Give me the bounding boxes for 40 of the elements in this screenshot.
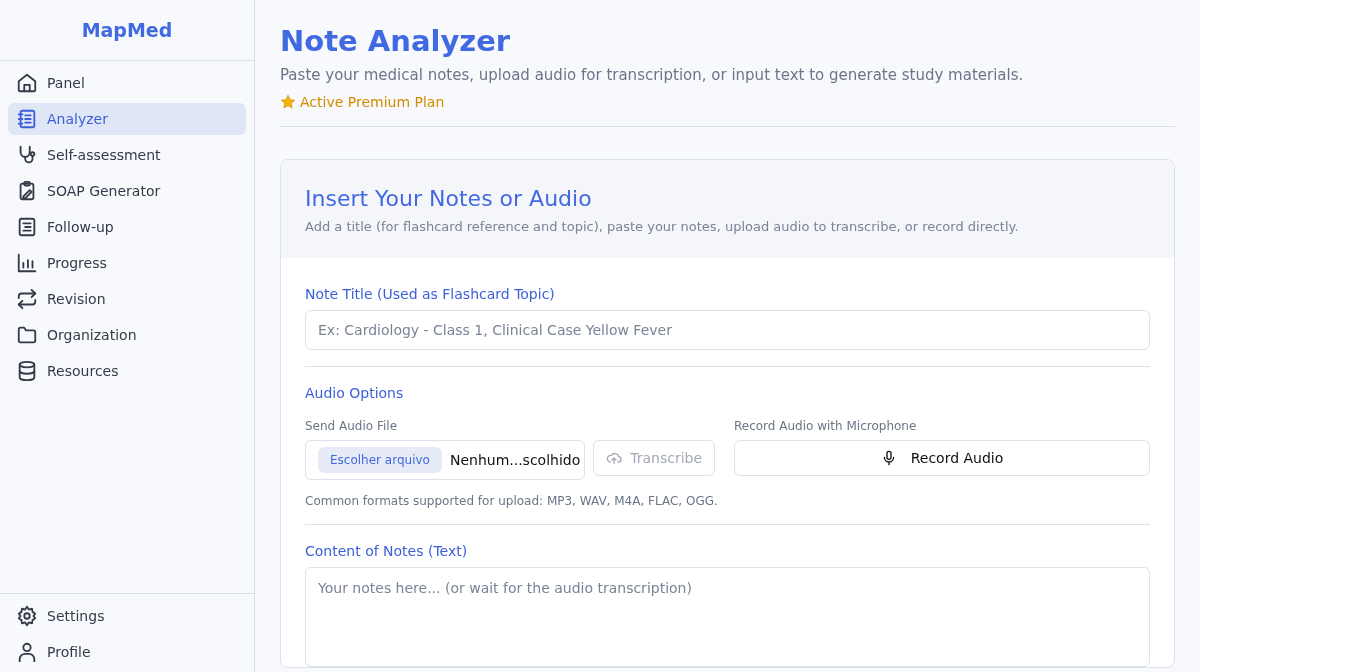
- star-icon: [280, 94, 296, 110]
- user-icon: [16, 641, 38, 663]
- choose-file-button[interactable]: Escolher arquivo: [318, 447, 442, 473]
- settings-icon: [16, 605, 38, 627]
- notebook-icon: [16, 108, 38, 130]
- database-icon: [16, 360, 38, 382]
- sidebar-item[interactable]: Self-assessment: [8, 139, 246, 171]
- formats-hint: Common formats supported for upload: MP3, WAV, M4A, FLAC, OGG.: [305, 494, 719, 508]
- cloud-upload-icon: [606, 450, 623, 466]
- field-label: Note Title (Used as Flashcard Topic): [305, 286, 556, 302]
- sidebar-item[interactable]: Panel: [8, 67, 246, 99]
- sidebar-item[interactable]: Progress: [8, 247, 246, 279]
- section-heading: Audio Options: [305, 385, 405, 401]
- sidebar-item[interactable]: Analyzer: [8, 103, 246, 135]
- page-subtitle: Paste your medical notes, upload audio for transcription, or input text to generate study materials.: [280, 66, 1025, 84]
- field-label: Record Audio with Microphone: [734, 419, 918, 433]
- sidebar-item[interactable]: Revision: [8, 283, 246, 315]
- repeat-icon: [16, 288, 38, 310]
- sidebar-item[interactable]: Follow-up: [8, 211, 246, 243]
- card-title: Insert Your Notes or Audio: [305, 186, 593, 211]
- file-input[interactable]: Escolher arquivo Nenhum...scolhido: [305, 440, 586, 480]
- brand-logo-text: MapMed: [81, 19, 173, 41]
- doc-icon: [16, 216, 38, 238]
- sidebar-item[interactable]: SOAP Generator: [8, 175, 246, 207]
- notes-text-area[interactable]: Your notes here... (or wait for the audio transcription): [305, 567, 1150, 667]
- sidebar-item[interactable]: Profile: [8, 636, 246, 668]
- field-label: Content of Notes (Text): [305, 543, 469, 559]
- plan-status: Active Premium Plan: [300, 94, 445, 110]
- note-title-field[interactable]: Ex: Cardiology - Class 1, Clinical Case Yellow Fever: [305, 310, 1150, 350]
- card-description: Add a title (for flashcard reference and topic), paste your notes, upload audio to transcribe, or record directly.: [305, 219, 1020, 234]
- record-audio-button[interactable]: Record Audio: [734, 440, 1150, 476]
- sidebar-item[interactable]: Organization: [8, 319, 246, 351]
- page-title: Note Analyzer: [280, 24, 512, 58]
- chart-icon: [16, 252, 38, 274]
- folder-icon: [16, 324, 38, 346]
- home-icon: [16, 72, 38, 94]
- sidebar-item[interactable]: Resources: [8, 355, 246, 387]
- field-label: Send Audio File: [305, 419, 399, 433]
- file-name: Nenhum...scolhido: [449, 452, 581, 468]
- sidebar-item[interactable]: Settings: [8, 600, 246, 632]
